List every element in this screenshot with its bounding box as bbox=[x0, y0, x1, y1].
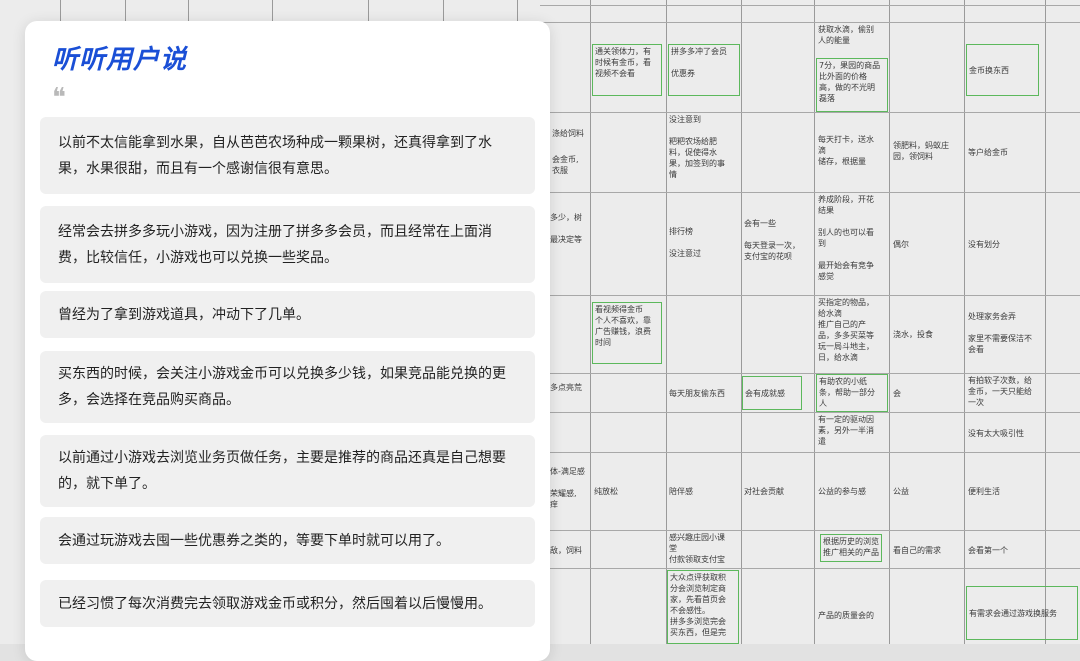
sheet-cell: 会金币, 衣服 bbox=[552, 155, 579, 175]
user-quote: 以前不太信能拿到水果，自从芭芭农场种成一颗果树，还真得拿到了水果，水果很甜，而且… bbox=[40, 117, 535, 194]
card-title: 听听用户说 bbox=[52, 45, 188, 75]
sheet-cell: 排行榜 没注意过 bbox=[669, 227, 701, 258]
sheet-cell: 拼多多冲了会员 优惠券 bbox=[668, 44, 740, 96]
sheet-cell: 每天朋友偷东西 bbox=[669, 389, 725, 398]
sheet-cell: 敌，饲料 bbox=[550, 546, 582, 555]
user-quote: 买东西的时候，会关注小游戏金币可以兑换多少钱，如果竞品能兑换的更多，会选择在竞品… bbox=[40, 351, 535, 423]
sheet-cell: 会有一些 每天登录一次， 支付宝的花呗 bbox=[744, 219, 800, 261]
sheet-cell: 没有太大吸引性 bbox=[968, 429, 1024, 438]
sheet-cell: 养成阶段，开花 结果 别人的也可以看 到 最开始会有竞争 感觉 bbox=[818, 195, 874, 281]
sheet-cell: 偶尔 bbox=[893, 240, 909, 249]
sheet-cell: 体-满足感 荣耀感, 痒 bbox=[550, 467, 585, 509]
sheet-cell: 多少，树 最决定等 bbox=[550, 213, 582, 244]
sheet-cell: 根据历史的浏览 推广相关的产品 bbox=[820, 534, 882, 562]
sheet-cell: 涤给饲料 bbox=[552, 129, 584, 138]
user-quote: 会通过玩游戏去囤一些优惠券之类的，等要下单时就可以用了。 bbox=[40, 517, 535, 564]
sheet-cell: 获取水滴，偷别 人的能量 bbox=[818, 25, 874, 45]
sheet-cell: 有助农的小纸 条，帮助一部分 人 bbox=[816, 374, 888, 412]
user-voice-card: 听听用户说 ❝ 以前不太信能拿到水果，自从芭芭农场种成一颗果树，还真得拿到了水果… bbox=[25, 21, 550, 661]
user-quote: 经常会去拼多多玩小游戏，因为注册了拼多多会员，而且经常在上面消费，比较信任，小游… bbox=[40, 206, 535, 283]
sheet-cell: 公益的参与感 bbox=[818, 487, 866, 496]
sheet-cell: 看自己的需求 bbox=[893, 546, 941, 555]
sheet-cell: 有一定的驱动因 素，另外一半消 遣 bbox=[818, 415, 874, 446]
sheet-cell: 没注意到 粑粑农场给肥 料，促使得水 果，加签到的事 情 bbox=[669, 115, 725, 179]
sheet-cell: 金币换东西 bbox=[966, 44, 1039, 96]
sheet-cell: 大众点评获取积 分会浏览制定商 家，先看首页会 不会感性。 拼多多浏览完会 买东… bbox=[667, 570, 739, 644]
user-quote: 以前通过小游戏去浏览业务页做任务，主要是推荐的商品还真是自己想要的，就下单了。 bbox=[40, 435, 535, 507]
sheet-cell: 产品的质量会的 bbox=[818, 611, 874, 620]
sheet-cell: 处理家务会弄 家里不需要保洁不 会看 bbox=[968, 312, 1032, 354]
sheet-cell: 有需求会通过游戏换服务 bbox=[966, 586, 1078, 640]
sheet-cell: 看视频得金币 个人不喜欢，靠 广告赚钱，浪费 时间 bbox=[592, 302, 662, 364]
sheet-cell: 每天打卡，送水 滴 储存，根据量 bbox=[818, 135, 874, 166]
sheet-cell: 感兴趣庄园小课 堂 付款领取支付宝 bbox=[669, 533, 725, 564]
sheet-cell: 没有划分 bbox=[968, 240, 1000, 249]
sheet-cell: 会看第一个 bbox=[968, 546, 1008, 555]
sheet-cell: 浇水，投食 bbox=[893, 330, 933, 339]
sheet-cell: 通关领体力，有 时候有金币，看 视频不会看 bbox=[592, 44, 662, 96]
sheet-cell: 多点亮荒 bbox=[550, 383, 582, 392]
sheet-cell: 陪伴感 bbox=[669, 487, 693, 496]
sheet-cell: 纯放松 bbox=[594, 487, 618, 496]
sheet-cell: 会 bbox=[893, 389, 901, 398]
sheet-cell: 公益 bbox=[893, 487, 909, 496]
sheet-cell: 会有成就感 bbox=[742, 376, 802, 410]
sheet-cell: 等户给金币 bbox=[968, 148, 1008, 157]
sheet-cell: 7分，果园的商品 比外面的价格 高，做的不光明 磊落 bbox=[816, 58, 888, 112]
sheet-cell: 买指定的物品， 给水滴 推广自己的产 品，多多买菜等 玩一局斗地主， 日，给水滴 bbox=[818, 298, 874, 362]
quote-icon: ❝ bbox=[52, 83, 66, 113]
user-quote: 曾经为了拿到游戏道具，冲动下了几单。 bbox=[40, 291, 535, 338]
sheet-cell: 便利生活 bbox=[968, 487, 1000, 496]
sheet-cell: 领肥料，蚂蚁庄 园，领饲料 bbox=[893, 141, 949, 161]
user-quote: 已经习惯了每次消费完去领取游戏金币或积分，然后囤着以后慢慢用。 bbox=[40, 580, 535, 627]
sheet-cell: 对社会贡献 bbox=[744, 487, 784, 496]
sheet-cell: 有拍软子次数，给 金币，一天只能给 一次 bbox=[968, 376, 1032, 407]
